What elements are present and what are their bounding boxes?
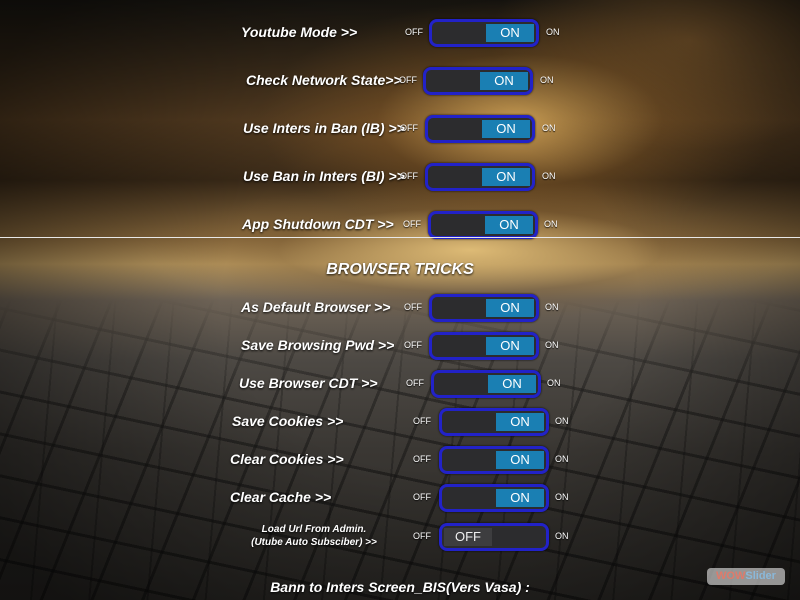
toggle-knob: ON (485, 216, 533, 234)
wowslider-watermark[interactable]: WOWSlider (707, 568, 785, 585)
setting-row-save-browsing-pwd: Save Browsing Pwd >> OFF ON ON (0, 330, 800, 360)
setting-label: Youtube Mode >> (241, 24, 358, 40)
watermark-part2: Slider (745, 570, 776, 582)
toggle-off-label: OFF (413, 531, 431, 541)
clear-cache-toggle[interactable]: ON (439, 484, 549, 512)
section-divider (0, 237, 800, 238)
setting-label: Save Browsing Pwd >> (241, 337, 395, 353)
toggle-off-label: OFF (403, 219, 421, 229)
setting-row-as-default-browser: As Default Browser >> OFF ON ON (0, 292, 800, 322)
setting-label: Check Network State>> (246, 72, 402, 88)
setting-label: Use Browser CDT >> (239, 375, 378, 391)
toggle-off-label: OFF (400, 123, 418, 133)
toggle-on-label: ON (555, 416, 569, 426)
clear-cookies-toggle[interactable]: ON (439, 446, 549, 474)
toggle-knob: ON (496, 451, 544, 469)
toggle-off-label: OFF (399, 75, 417, 85)
setting-label: Use Ban in Inters (BI) >> (243, 168, 405, 184)
toggle-on-label: ON (542, 123, 556, 133)
load-url-from-admin-toggle[interactable]: OFF (439, 523, 549, 551)
toggle-knob: ON (488, 375, 536, 393)
toggle-knob: ON (482, 120, 530, 138)
setting-row-use-inters-in-ban: Use Inters in Ban (IB) >> OFF ON ON (0, 113, 800, 143)
setting-label-line1: Load Url From Admin. (261, 524, 367, 535)
toggle-knob: OFF (444, 528, 492, 546)
setting-label: App Shutdown CDT >> (242, 216, 394, 232)
setting-row-check-network-state: Check Network State>> OFF ON ON (0, 65, 800, 95)
toggle-knob: ON (486, 337, 534, 355)
toggle-off-label: OFF (413, 454, 431, 464)
setting-label: As Default Browser >> (241, 299, 391, 315)
toggle-off-label: OFF (413, 416, 431, 426)
as-default-browser-toggle[interactable]: ON (429, 294, 539, 322)
setting-label: Clear Cache >> (230, 489, 332, 505)
toggle-on-label: ON (545, 340, 559, 350)
check-network-state-toggle[interactable]: ON (423, 67, 533, 95)
toggle-knob: ON (480, 72, 528, 90)
toggle-off-label: OFF (404, 340, 422, 350)
toggle-off-label: OFF (413, 492, 431, 502)
toggle-knob: ON (496, 489, 544, 507)
toggle-on-label: ON (545, 302, 559, 312)
browser-tricks-heading: BROWSER TRICKS (326, 261, 474, 278)
setting-row-clear-cache: Clear Cache >> OFF ON ON (0, 482, 800, 512)
watermark-part1: WOW (716, 570, 746, 582)
toggle-knob: ON (496, 413, 544, 431)
toggle-on-label: ON (544, 219, 558, 229)
use-browser-cdt-toggle[interactable]: ON (431, 370, 541, 398)
toggle-knob: ON (486, 24, 534, 42)
setting-label: Clear Cookies >> (230, 451, 344, 467)
use-inters-in-ban-toggle[interactable]: ON (425, 115, 535, 143)
toggle-knob: ON (486, 299, 534, 317)
app-shutdown-cdt-toggle[interactable]: ON (428, 211, 538, 239)
toggle-on-label: ON (542, 171, 556, 181)
setting-row-clear-cookies: Clear Cookies >> OFF ON ON (0, 444, 800, 474)
toggle-on-label: ON (546, 27, 560, 37)
setting-row-app-shutdown-cdt: App Shutdown CDT >> OFF ON ON (0, 209, 800, 239)
setting-row-use-browser-cdt: Use Browser CDT >> OFF ON ON (0, 368, 800, 398)
use-ban-in-inters-toggle[interactable]: ON (425, 163, 535, 191)
save-browsing-pwd-toggle[interactable]: ON (429, 332, 539, 360)
setting-row-use-ban-in-inters: Use Ban in Inters (BI) >> OFF ON ON (0, 161, 800, 191)
toggle-off-label: OFF (406, 378, 424, 388)
setting-label: Load Url From Admin. (Utube Auto Subscib… (228, 523, 400, 553)
toggle-on-label: ON (555, 492, 569, 502)
setting-row-save-cookies: Save Cookies >> OFF ON ON (0, 406, 800, 436)
toggle-on-label: ON (540, 75, 554, 85)
bann-to-inters-label: Bann to Inters Screen_BIS(Vers Vasa) : (270, 579, 530, 595)
setting-row-load-url-from-admin: Load Url From Admin. (Utube Auto Subscib… (0, 521, 800, 551)
toggle-off-label: OFF (400, 171, 418, 181)
toggle-on-label: ON (555, 454, 569, 464)
setting-row-youtube-mode: Youtube Mode >> OFF ON ON (0, 17, 800, 47)
toggle-off-label: OFF (405, 27, 423, 37)
toggle-on-label: ON (547, 378, 561, 388)
setting-label: Save Cookies >> (232, 413, 344, 429)
setting-label: Use Inters in Ban (IB) >> (243, 120, 405, 136)
toggle-off-label: OFF (404, 302, 422, 312)
setting-label-line2: (Utube Auto Subsciber) >> (251, 537, 377, 548)
youtube-mode-toggle[interactable]: ON (429, 19, 539, 47)
toggle-knob: ON (482, 168, 530, 186)
save-cookies-toggle[interactable]: ON (439, 408, 549, 436)
toggle-on-label: ON (555, 531, 569, 541)
